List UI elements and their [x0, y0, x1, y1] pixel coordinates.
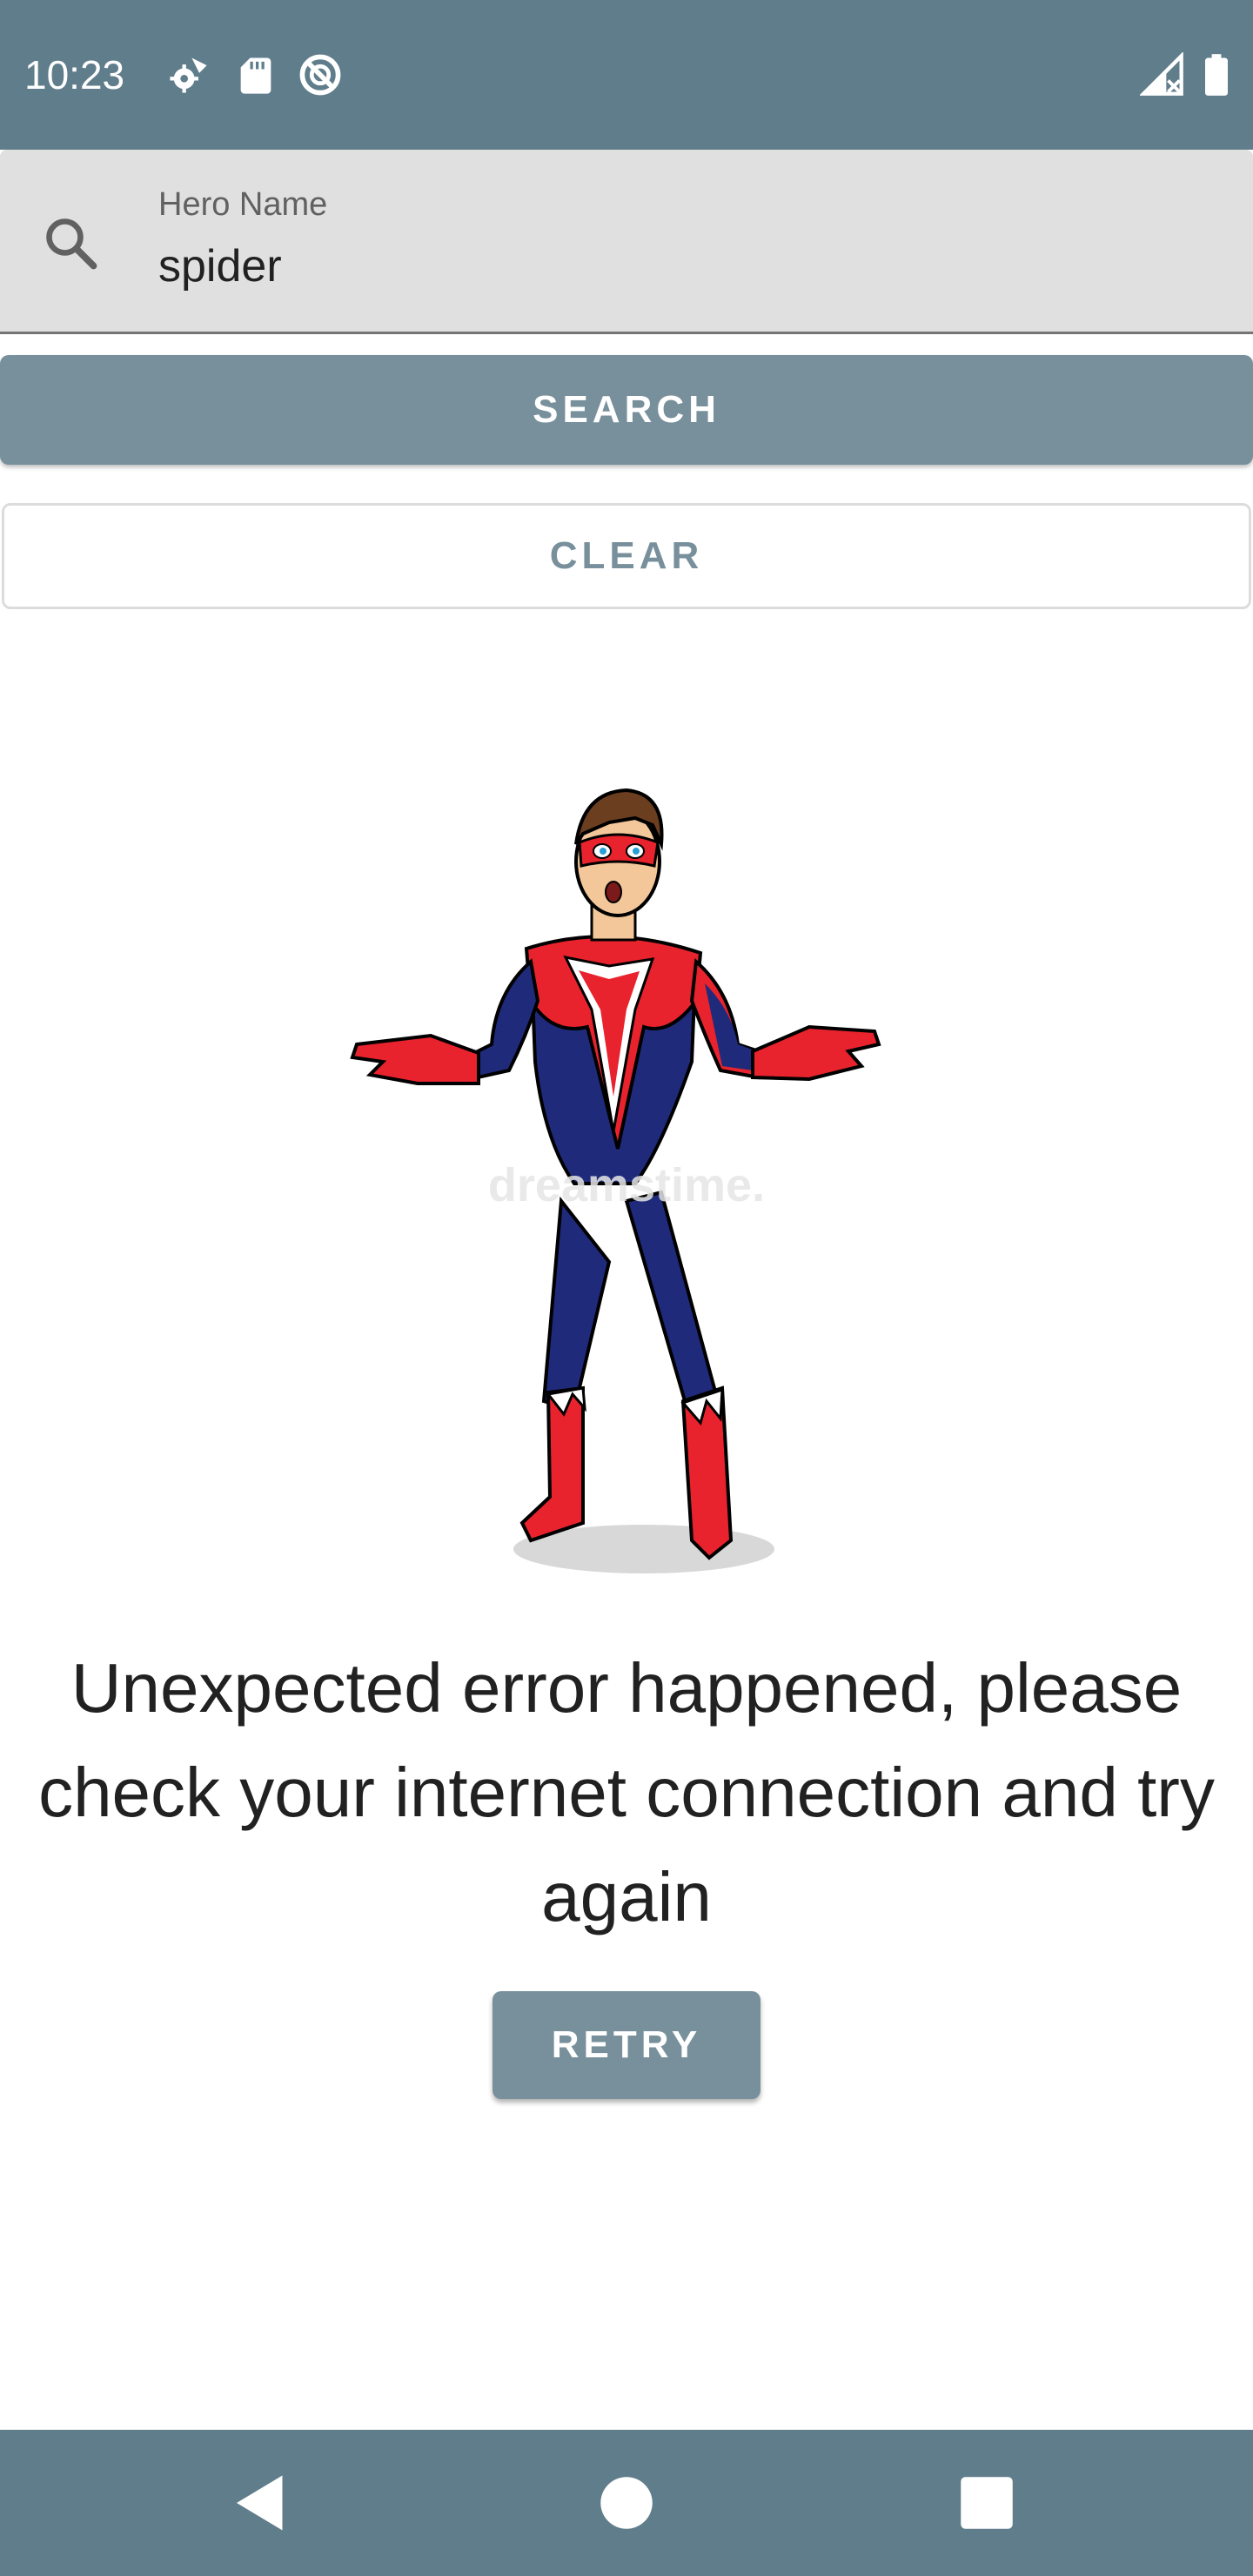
back-icon[interactable] — [224, 2466, 298, 2539]
hero-name-label: Hero Name — [158, 186, 328, 223]
hero-name-input[interactable] — [158, 240, 1203, 292]
signal-off-icon — [1140, 52, 1183, 96]
clear-button[interactable]: CLEAR — [2, 503, 1251, 609]
watermark-text: dreamstime. — [488, 1159, 765, 1211]
status-time: 10:23 — [24, 52, 125, 97]
screen: 10:23 Hero Name spider SEARCH CLEAR drea… — [0, 0, 1253, 2576]
battery-icon — [1205, 54, 1228, 96]
retry-button[interactable]: RETRY — [492, 1991, 761, 2099]
search-button[interactable]: SEARCH — [0, 355, 1253, 465]
hero-name-field[interactable]: Hero Name — [0, 150, 1253, 334]
status-bar: 10:23 — [0, 0, 1253, 150]
home-icon[interactable] — [590, 2466, 663, 2539]
confused-superhero-illustration: dreamstime. — [350, 788, 881, 1573]
settings-gear-icon — [170, 57, 207, 93]
recents-icon[interactable] — [950, 2466, 1023, 2539]
sd-card-icon — [240, 57, 271, 94]
no-sync-icon — [299, 54, 341, 96]
error-message: Unexpected error happened, please check … — [38, 1649, 1215, 1935]
navigation-bar — [0, 2430, 1253, 2576]
search-icon — [46, 218, 97, 270]
